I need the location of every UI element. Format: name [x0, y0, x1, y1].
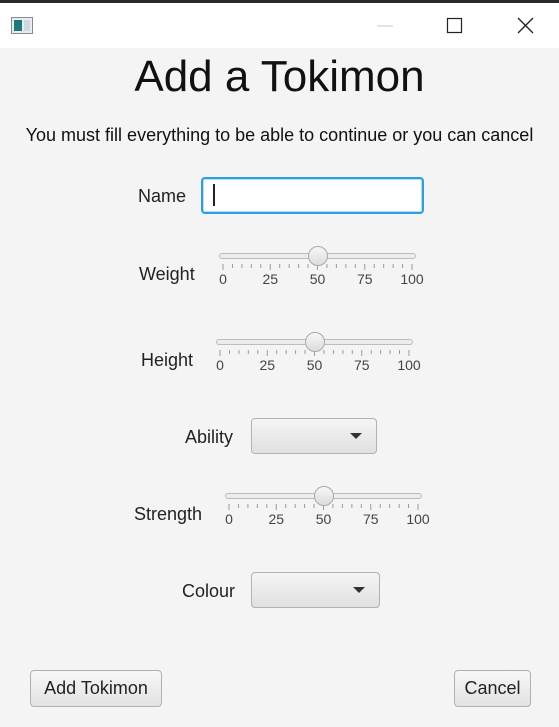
- minimize-button[interactable]: [362, 3, 408, 48]
- name-label: Name: [138, 186, 187, 206]
- weight-label: Weight: [139, 264, 195, 284]
- weight-slider-thumb[interactable]: [307, 246, 328, 266]
- height-label: Height: [141, 350, 194, 370]
- weight-tick-label: 25: [262, 271, 279, 287]
- instructions-text: You must fill everything to be able to c…: [25, 125, 534, 145]
- cancel-button[interactable]: Cancel: [454, 670, 531, 707]
- height-tick-label: 50: [306, 357, 323, 373]
- height-tick-label: 0: [216, 357, 224, 373]
- weight-tick-label: 50: [309, 271, 326, 287]
- minimize-icon: [377, 25, 393, 27]
- weight-tick-label: 75: [356, 271, 373, 287]
- title-bar[interactable]: [0, 3, 559, 48]
- strength-tick-label: 100: [406, 511, 430, 527]
- height-tick-label: 25: [259, 357, 276, 373]
- maximize-icon: [446, 17, 463, 34]
- strength-tick-label: 50: [315, 511, 332, 527]
- add-tokimon-button[interactable]: Add Tokimon: [30, 670, 162, 707]
- close-icon: [517, 17, 534, 34]
- height-tick-label: 100: [397, 357, 421, 373]
- strength-slider-thumb[interactable]: [313, 486, 334, 506]
- maximize-button[interactable]: [431, 3, 477, 48]
- close-button[interactable]: [502, 3, 548, 48]
- chevron-down-icon: [353, 587, 365, 593]
- weight-slider[interactable]: 0 25 50 75 100: [219, 246, 424, 287]
- app-icon: [11, 17, 33, 34]
- page-title: Add a Tokimon: [134, 52, 425, 101]
- ability-label: Ability: [185, 427, 234, 447]
- chevron-down-icon: [350, 433, 362, 439]
- name-input[interactable]: [201, 177, 424, 214]
- height-tick-label: 75: [353, 357, 370, 373]
- ability-dropdown[interactable]: [251, 418, 377, 454]
- text-caret: [213, 184, 215, 206]
- colour-dropdown[interactable]: [251, 572, 380, 608]
- strength-label: Strength: [134, 504, 203, 524]
- height-slider-thumb[interactable]: [304, 332, 325, 352]
- strength-slider[interactable]: 0 25 50 75 100: [225, 486, 430, 527]
- add-tokimon-window: Add a Tokimon You must fill everything t…: [0, 0, 559, 727]
- colour-label: Colour: [182, 581, 236, 601]
- strength-tick-label: 75: [362, 511, 379, 527]
- height-slider[interactable]: 0 25 50 75 100: [216, 332, 421, 373]
- weight-tick-label: 100: [400, 271, 424, 287]
- strength-tick-label: 0: [225, 511, 233, 527]
- strength-tick-label: 25: [268, 511, 285, 527]
- weight-tick-label: 0: [219, 271, 227, 287]
